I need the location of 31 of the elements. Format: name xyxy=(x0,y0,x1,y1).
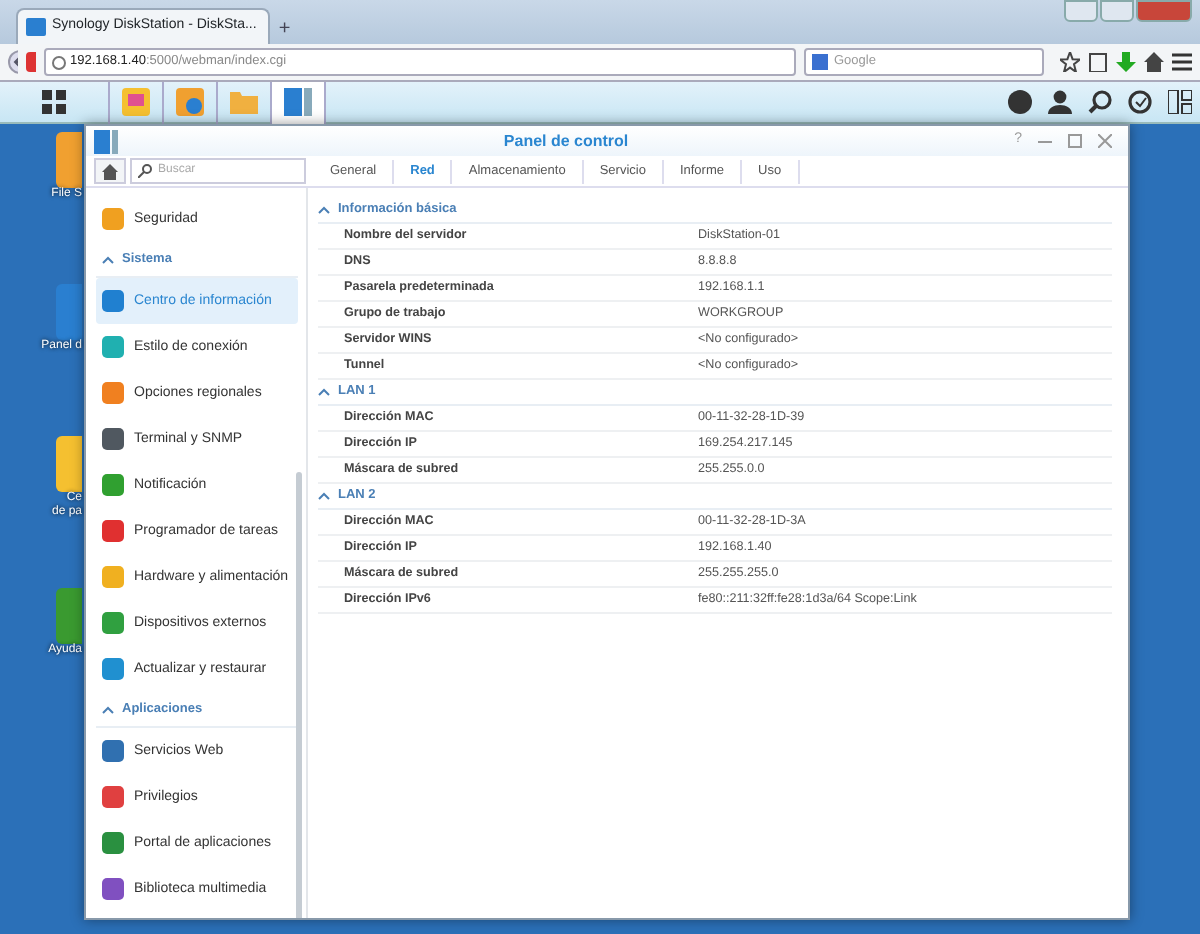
home-icon[interactable] xyxy=(1144,52,1164,72)
google-icon xyxy=(812,54,828,70)
folder-icon xyxy=(230,90,258,114)
app-icon xyxy=(176,88,204,116)
window-title: Panel de control xyxy=(501,129,631,153)
home-icon xyxy=(102,163,118,179)
close-icon[interactable] xyxy=(1098,134,1112,148)
scrollbar[interactable] xyxy=(296,472,302,918)
grid-icon xyxy=(42,90,66,114)
maximize-icon[interactable] xyxy=(1068,134,1082,148)
collapse-icon[interactable] xyxy=(102,255,114,263)
user-icon[interactable] xyxy=(1048,90,1072,114)
star-icon[interactable] xyxy=(1060,52,1080,72)
collapse-icon[interactable] xyxy=(102,705,114,713)
collapse-icon[interactable] xyxy=(318,206,330,214)
download-icon[interactable] xyxy=(1116,52,1136,72)
widgets-icon[interactable] xyxy=(1168,90,1192,114)
clipboard-icon[interactable] xyxy=(1088,52,1108,72)
new-tab-button[interactable]: + xyxy=(278,14,291,44)
search-icon[interactable] xyxy=(1088,90,1112,114)
collapse-icon[interactable] xyxy=(318,388,330,396)
globe-icon xyxy=(52,55,66,69)
app-icon xyxy=(122,88,150,116)
favicon-icon xyxy=(26,18,46,36)
search-icon xyxy=(138,164,152,178)
collapse-icon[interactable] xyxy=(318,492,330,500)
control-panel-icon xyxy=(284,88,312,116)
taskbar-app[interactable] xyxy=(272,81,326,123)
home-button[interactable] xyxy=(94,158,126,184)
control-panel-icon xyxy=(94,129,118,153)
menu-icon[interactable] xyxy=(1172,52,1192,72)
